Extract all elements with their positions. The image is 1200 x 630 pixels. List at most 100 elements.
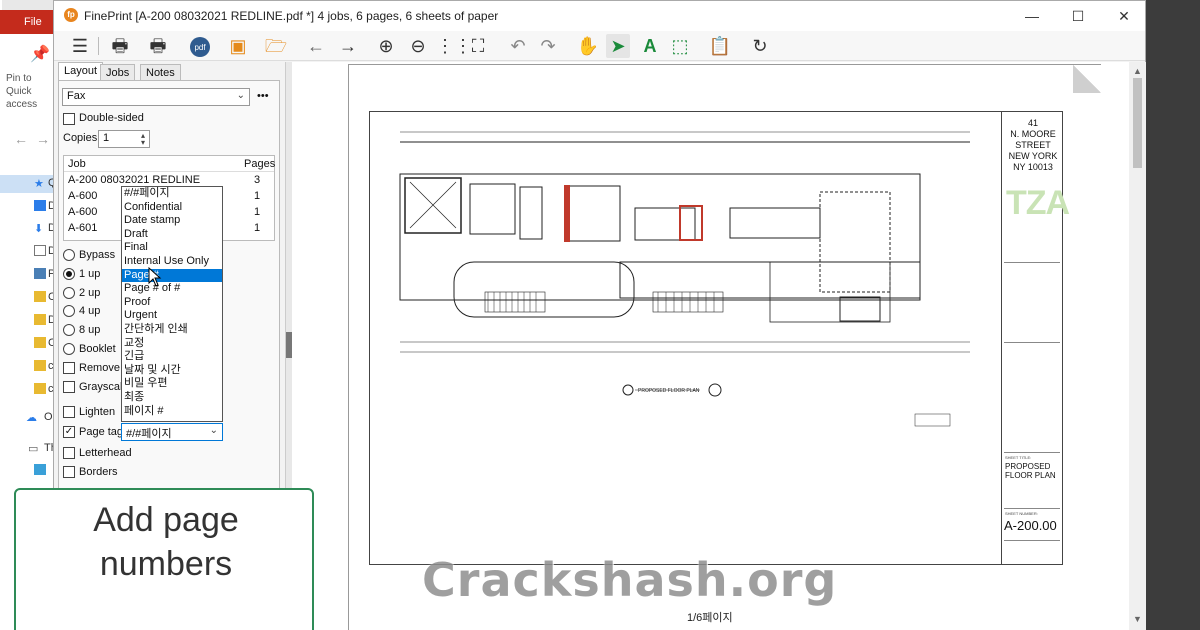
- nav-item[interactable]: c: [0, 381, 60, 399]
- double-sided-checkbox[interactable]: [63, 113, 75, 125]
- remove-blank-checkbox[interactable]: [63, 362, 75, 374]
- plan-caption: PROPOSED FLOOR PLAN: [638, 388, 700, 394]
- dropdown-option[interactable]: 간단하게 인쇄: [122, 323, 222, 337]
- borders-checkbox[interactable]: [63, 466, 75, 478]
- document-edit-icon[interactable]: 📋: [708, 34, 732, 58]
- dropdown-option-highlighted[interactable]: Page #: [122, 268, 222, 283]
- title-bar[interactable]: fp FinePrint [A-200 08032021 REDLINE.pdf…: [54, 1, 1145, 31]
- fit-page-icon[interactable]: ⛶: [466, 34, 490, 58]
- scroll-up-icon[interactable]: ▲: [1133, 66, 1142, 76]
- desktop-icon: [34, 200, 46, 211]
- 3d-objects-icon: [34, 464, 46, 475]
- lighten-checkbox[interactable]: [63, 406, 75, 418]
- dropdown-option[interactable]: 날짜 및 시간: [122, 364, 222, 378]
- dropdown-option[interactable]: Final: [122, 241, 222, 255]
- dropdown-option[interactable]: Internal Use Only: [122, 255, 222, 269]
- zoom-in-icon[interactable]: ⊕: [374, 34, 398, 58]
- back-arrow-icon[interactable]: ←: [304, 34, 328, 58]
- pdf-icon[interactable]: pdf: [188, 34, 212, 58]
- layout-radio-label: 2 up: [79, 287, 101, 299]
- dropdown-option[interactable]: 최종: [122, 391, 222, 405]
- copies-stepper[interactable]: 1 ▴ ▾: [98, 130, 150, 148]
- dropdown-option[interactable]: Confidential: [122, 201, 222, 215]
- folder-icon: [34, 314, 46, 325]
- download-icon: ⬇: [34, 223, 44, 235]
- divider: [1004, 452, 1060, 453]
- select-area-icon[interactable]: ⬚: [668, 34, 692, 58]
- zoom-out-icon[interactable]: ⊖: [406, 34, 430, 58]
- dropdown-option[interactable]: 교정: [122, 337, 222, 351]
- job-pages: 1: [254, 222, 261, 234]
- dropdown-option[interactable]: #/#페이지: [122, 187, 222, 201]
- divider: [1004, 342, 1060, 343]
- grid-icon[interactable]: ⋮⋮: [436, 34, 472, 58]
- grayscale-checkbox[interactable]: [63, 381, 75, 393]
- menu-icon[interactable]: ☰: [68, 34, 92, 58]
- layout-radio-bypass[interactable]: [63, 249, 75, 261]
- nav-item[interactable]: D: [0, 243, 60, 261]
- save-icon[interactable]: ▣: [226, 34, 250, 58]
- print-preview-area[interactable]: PROPOSED FLOOR PLAN 41 N. MOORE STREET N…: [292, 62, 1129, 630]
- page-tag-label: Page tag: [79, 426, 124, 438]
- nav-item[interactable]: D: [0, 312, 60, 330]
- page-fold-corner: [1073, 65, 1101, 93]
- scrollbar-thumb[interactable]: [1133, 78, 1142, 168]
- maximize-button[interactable]: ☐: [1055, 1, 1101, 31]
- double-sided-label: Double-sided: [79, 112, 144, 124]
- nav-item[interactable]: C: [0, 335, 60, 353]
- close-button[interactable]: ✕: [1101, 1, 1147, 31]
- more-options-button[interactable]: •••: [257, 90, 269, 102]
- nav-item-onedrive[interactable]: ☁ On: [0, 409, 60, 427]
- screen: File 📌 Pin to Quick access ←→ ★Qu D ⬇D D…: [0, 0, 1200, 630]
- layout-radio-booklet[interactable]: [63, 343, 75, 355]
- job-column-header: Job: [68, 158, 86, 170]
- dropdown-option[interactable]: Page # of #: [122, 282, 222, 296]
- nav-item[interactable]: c: [0, 358, 60, 376]
- redo-icon[interactable]: ↷: [536, 34, 560, 58]
- pin-icon[interactable]: 📌: [30, 44, 50, 64]
- layout-radio-2up[interactable]: [63, 287, 75, 299]
- dropdown-option[interactable]: Draft: [122, 228, 222, 242]
- printer-select[interactable]: Fax ⌄: [62, 88, 250, 106]
- page-tag-select[interactable]: #/#페이지 ⌄: [121, 423, 223, 441]
- explorer-nav-arrows-icon[interactable]: ←→: [14, 131, 58, 147]
- printer-settings-icon[interactable]: 🖶: [146, 34, 170, 58]
- page-indicator: 1/6페이지: [687, 612, 733, 624]
- folder-icon: [34, 383, 46, 394]
- nav-item[interactable]: D: [0, 198, 60, 216]
- refresh-icon[interactable]: ↻: [748, 34, 772, 58]
- page-tag-checkbox[interactable]: ✓: [63, 426, 75, 438]
- layout-radio-8up[interactable]: [63, 324, 75, 336]
- chevron-down-icon: ⌄: [236, 90, 245, 101]
- nav-item[interactable]: [0, 462, 60, 480]
- text-tool-icon[interactable]: A: [638, 34, 662, 58]
- file-tab[interactable]: File: [0, 0, 60, 34]
- print-icon[interactable]: 🖶: [108, 34, 132, 58]
- pointer-icon[interactable]: ➤: [606, 34, 630, 58]
- open-folder-icon[interactable]: 🗁: [264, 34, 288, 58]
- dropdown-option[interactable]: Date stamp: [122, 214, 222, 228]
- dropdown-option[interactable]: 비밀 우편: [122, 377, 222, 391]
- spin-arrows-icon[interactable]: ▴ ▾: [141, 132, 145, 147]
- scroll-down-icon[interactable]: ▼: [1133, 614, 1142, 624]
- borders-label: Borders: [79, 466, 118, 478]
- dropdown-option[interactable]: 긴급: [122, 350, 222, 364]
- undo-icon[interactable]: ↶: [506, 34, 530, 58]
- layout-radio-1up[interactable]: [63, 268, 75, 280]
- nav-item-quick-access[interactable]: ★Qu: [0, 175, 63, 193]
- layout-radio-4up[interactable]: [63, 305, 75, 317]
- hand-icon[interactable]: ✋: [576, 34, 600, 58]
- nav-item[interactable]: C: [0, 289, 60, 307]
- dropdown-option[interactable]: Proof: [122, 296, 222, 310]
- nav-item[interactable]: ⬇ D: [0, 220, 60, 238]
- letterhead-checkbox[interactable]: [63, 447, 75, 459]
- nav-item[interactable]: P: [0, 266, 60, 284]
- nav-item-this-pc[interactable]: ▭ Th: [0, 440, 60, 458]
- printer-select-value: Fax: [67, 90, 86, 102]
- vertical-scrollbar[interactable]: ▲ ▼: [1129, 62, 1146, 630]
- minimize-button[interactable]: —: [1009, 1, 1055, 31]
- tab-layout[interactable]: Layout: [58, 62, 104, 82]
- forward-arrow-icon[interactable]: →: [336, 34, 360, 58]
- dropdown-option[interactable]: 페이지 #: [122, 405, 222, 419]
- dropdown-option[interactable]: Urgent: [122, 309, 222, 323]
